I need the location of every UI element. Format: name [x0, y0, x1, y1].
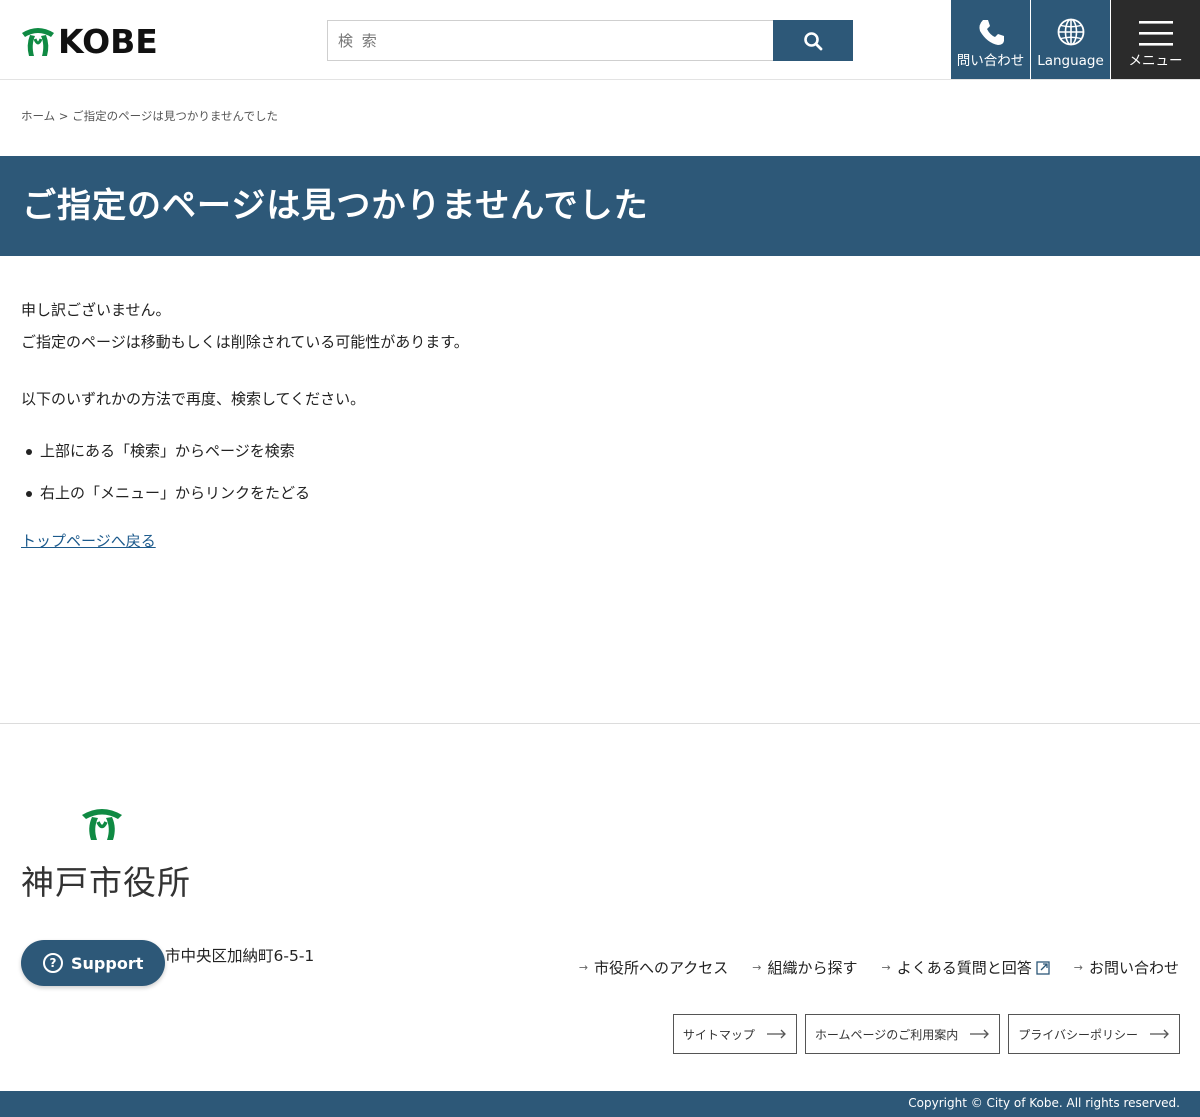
privacy-policy-label: プライバシーポリシー [1018, 1027, 1138, 1042]
search-bar [327, 20, 853, 61]
list-item: 上部にある「検索」からページを検索 [21, 435, 1181, 467]
kobe-emblem-icon [82, 809, 122, 840]
arrow-right-icon: → [1073, 961, 1083, 974]
kobe-emblem-icon [22, 28, 54, 56]
menu-label: メニュー [1128, 53, 1183, 69]
apology-text: 申し訳ございません。 [21, 301, 171, 319]
address-text: 市中央区加納町6-5-1 [165, 947, 315, 965]
footer-link-label: お問い合わせ [1088, 959, 1179, 977]
arrow-right-icon: → [752, 961, 762, 974]
support-label: Support [71, 953, 144, 973]
page-title-band: ご指定のページは見つかりませんでした [0, 156, 1200, 256]
page-title: ご指定のページは見つかりませんでした [22, 186, 649, 226]
globe-icon [1057, 18, 1084, 46]
back-to-top-link[interactable]: トップページへ戻る [21, 525, 156, 557]
site-guide-label: ホームページのご利用案内 [814, 1027, 959, 1042]
footer-link-label: よくある質問と回答 [896, 959, 1032, 977]
breadcrumb-separator: > [55, 109, 73, 123]
copyright-text: Copyright © City of Kobe. All rights res… [908, 1096, 1180, 1110]
footer-link-contact[interactable]: → お問い合わせ [1074, 957, 1179, 978]
language-button[interactable]: Language [1031, 0, 1110, 79]
footer-link-label: 組織から探す [767, 959, 858, 977]
copyright-bar: Copyright © City of Kobe. All rights res… [0, 1091, 1200, 1117]
footer-buttons: サイトマップ ホームページのご利用案内 プライバシーポリシー [665, 1014, 1180, 1054]
menu-button[interactable]: メニュー [1111, 0, 1200, 79]
contact-button[interactable]: 問い合わせ [951, 0, 1030, 79]
suggestion-list: 上部にある「検索」からページを検索 右上の「メニュー」からリンクをたどる [21, 435, 1181, 509]
search-icon [804, 31, 823, 50]
footer-links: → 市役所へのアクセス → 組織から探す → よくある質問と回答 → お問い合わせ [555, 957, 1179, 978]
footer-link-organization[interactable]: → 組織から探す [752, 957, 857, 978]
list-item: 右上の「メニュー」からリンクをたどる [21, 477, 1181, 509]
support-button[interactable]: ? Support [21, 940, 165, 986]
hamburger-icon [1138, 21, 1173, 46]
footer-divider [0, 723, 1200, 724]
instruction-text: 以下のいずれかの方法で再度、検索してください。 [21, 390, 366, 408]
main-content: 申し訳ございません。 ご指定のページは移動もしくは削除されている可能性があります… [21, 294, 1181, 557]
city-hall-name: 神戸市役所 [21, 863, 191, 902]
footer-link-faq[interactable]: → よくある質問と回答 [882, 957, 1050, 978]
site-logo[interactable]: KOBE [20, 24, 158, 60]
language-label: Language [1037, 53, 1104, 69]
phone-icon [978, 20, 1004, 45]
contact-label: 問い合わせ [956, 53, 1025, 69]
long-arrow-right-icon [1150, 1029, 1169, 1039]
long-arrow-right-icon [766, 1029, 786, 1039]
logo-text: KOBE [58, 22, 158, 61]
search-button[interactable] [773, 20, 853, 61]
breadcrumb-home-link[interactable]: ホーム [21, 109, 55, 123]
privacy-policy-button[interactable]: プライバシーポリシー [1008, 1014, 1180, 1054]
explanation-text: ご指定のページは移動もしくは削除されている可能性があります。 [21, 333, 469, 351]
footer-link-access[interactable]: → 市役所へのアクセス [579, 957, 728, 978]
footer-link-label: 市役所へのアクセス [594, 959, 729, 977]
site-guide-button[interactable]: ホームページのご利用案内 [804, 1014, 1001, 1054]
site-header: KOBE 問い合わせ Language [0, 0, 1200, 80]
long-arrow-right-icon [970, 1029, 990, 1039]
breadcrumb-current: ご指定のページは見つかりませんでした [72, 109, 278, 123]
sitemap-button[interactable]: サイトマップ [672, 1014, 797, 1054]
arrow-right-icon: → [578, 961, 589, 974]
external-link-icon [1036, 960, 1050, 975]
breadcrumb: ホーム > ご指定のページは見つかりませんでした [21, 108, 278, 124]
search-input[interactable] [327, 20, 773, 61]
help-icon: ? [43, 953, 63, 973]
arrow-right-icon: → [881, 961, 891, 974]
sitemap-label: サイトマップ [682, 1027, 755, 1042]
